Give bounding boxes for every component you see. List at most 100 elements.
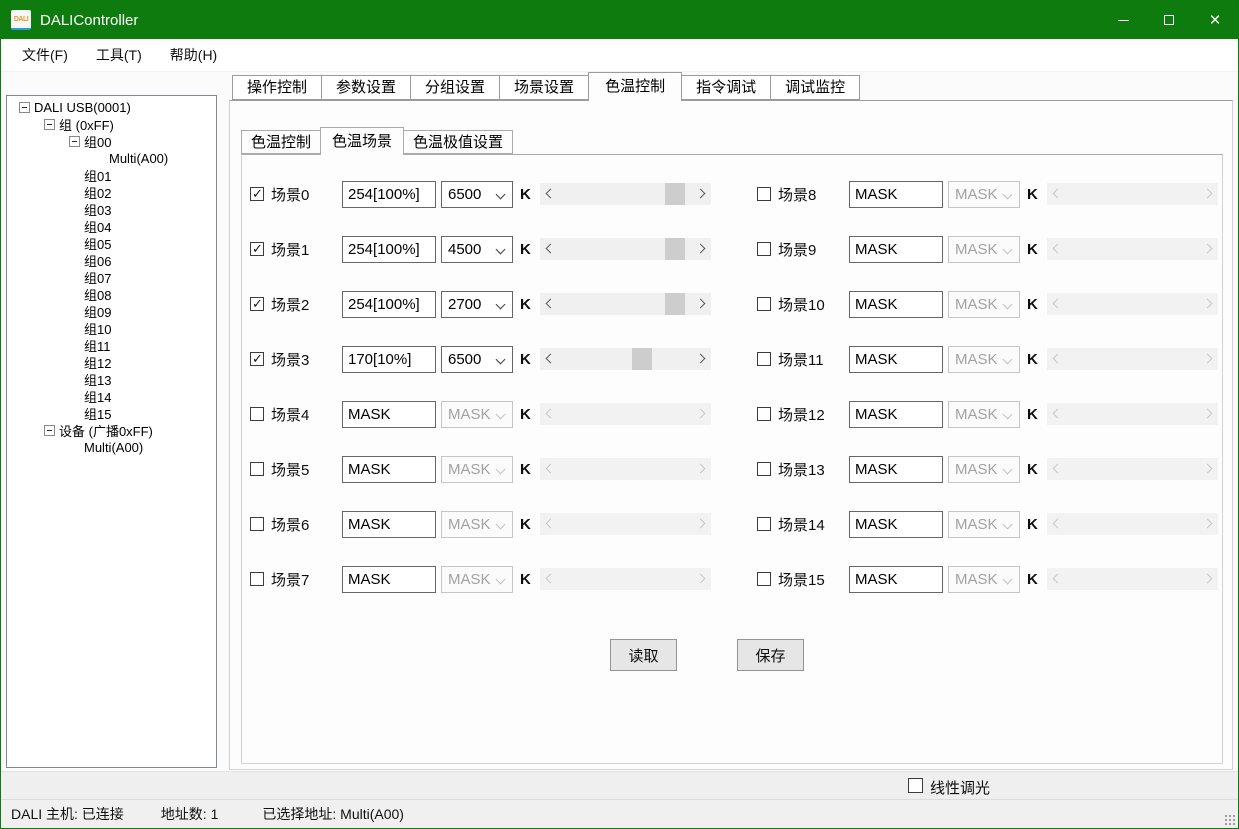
scene-temperature-dropdown[interactable]: 6500 (441, 181, 513, 208)
scroll-left-icon[interactable] (545, 189, 555, 199)
menu-item[interactable]: 文件(F) (8, 38, 82, 72)
scene-level-input[interactable] (342, 346, 436, 373)
tree-item[interactable]: 组 (0xFF) (7, 116, 216, 133)
scene-level-input[interactable] (849, 456, 943, 483)
scene-level-input[interactable] (849, 566, 943, 593)
temperature-scrollbar[interactable] (540, 183, 711, 205)
menu-item[interactable]: 帮助(H) (156, 38, 231, 72)
scene-row: 场景6MASKK (250, 510, 711, 538)
scroll-right-icon[interactable] (695, 354, 705, 364)
tab-4[interactable]: 场景设置 (499, 75, 589, 100)
scene-checkbox[interactable] (250, 407, 264, 421)
scene-temperature-dropdown[interactable]: 2700 (441, 291, 513, 318)
tree-item[interactable]: 组06 (7, 252, 216, 269)
tree-item[interactable]: 组15 (7, 405, 216, 422)
temperature-scrollbar[interactable] (540, 293, 711, 315)
scene-level-input[interactable] (849, 181, 943, 208)
scroll-left-icon[interactable] (545, 244, 555, 254)
scene-row: 场景15MASKK (757, 565, 1218, 593)
collapse-icon[interactable] (19, 102, 30, 113)
scene-checkbox[interactable] (250, 352, 264, 366)
tab-1[interactable]: 操作控制 (232, 75, 322, 100)
close-button[interactable]: × (1192, 1, 1238, 39)
tree-item[interactable]: 组02 (7, 184, 216, 201)
scrollbar-thumb[interactable] (665, 293, 685, 315)
tree-item[interactable]: 组14 (7, 388, 216, 405)
scene-level-input[interactable] (342, 511, 436, 538)
collapse-icon[interactable] (69, 136, 80, 147)
scroll-right-icon[interactable] (695, 299, 705, 309)
collapse-icon[interactable] (44, 119, 55, 130)
maximize-button[interactable] (1146, 1, 1192, 39)
scene-level-input[interactable] (342, 291, 436, 318)
scene-level-input[interactable] (849, 511, 943, 538)
save-button[interactable]: 保存 (737, 639, 804, 671)
temperature-scrollbar[interactable] (540, 348, 711, 370)
scrollbar-thumb[interactable] (632, 348, 652, 370)
scene-checkbox[interactable] (757, 572, 771, 586)
scene-level-input[interactable] (849, 236, 943, 263)
read-button[interactable]: 读取 (610, 639, 677, 671)
tree-item[interactable]: 组08 (7, 286, 216, 303)
temperature-scrollbar[interactable] (540, 238, 711, 260)
scene-level-input[interactable] (342, 401, 436, 428)
scrollbar-thumb[interactable] (665, 183, 685, 205)
scene-checkbox[interactable] (757, 297, 771, 311)
scene-checkbox[interactable] (250, 187, 264, 201)
scene-checkbox[interactable] (250, 462, 264, 476)
tree-item[interactable]: 设备 (广播0xFF) (7, 422, 216, 439)
scene-level-input[interactable] (849, 401, 943, 428)
scene-checkbox[interactable] (757, 242, 771, 256)
tree-item[interactable]: 组03 (7, 201, 216, 218)
scene-checkbox[interactable] (757, 407, 771, 421)
scene-level-input[interactable] (342, 181, 436, 208)
scene-temperature-dropdown[interactable]: 4500 (441, 236, 513, 263)
tab-7[interactable]: 调试监控 (770, 75, 860, 100)
tree-item[interactable]: 组12 (7, 354, 216, 371)
minimize-button[interactable] (1100, 1, 1146, 39)
scene-checkbox[interactable] (757, 187, 771, 201)
tree-item[interactable]: Multi(A00) (7, 439, 216, 456)
scene-level-input[interactable] (342, 236, 436, 263)
scene-temperature-dropdown[interactable]: 6500 (441, 346, 513, 373)
tab-5[interactable]: 色温控制 (588, 72, 682, 101)
scene-level-input[interactable] (849, 291, 943, 318)
scene-level-input[interactable] (849, 346, 943, 373)
scene-checkbox[interactable] (250, 242, 264, 256)
scene-level-input[interactable] (342, 456, 436, 483)
tree-item[interactable]: 组05 (7, 235, 216, 252)
scene-checkbox[interactable] (757, 462, 771, 476)
scrollbar-thumb[interactable] (665, 238, 685, 260)
tree-item[interactable]: 组04 (7, 218, 216, 235)
tab-2[interactable]: 参数设置 (321, 75, 411, 100)
scene-checkbox[interactable] (250, 517, 264, 531)
subtab-2[interactable]: 色温场景 (320, 127, 404, 155)
tree-item[interactable]: 组09 (7, 303, 216, 320)
subtab-1[interactable]: 色温控制 (241, 130, 321, 154)
scroll-right-icon[interactable] (695, 189, 705, 199)
subtab-3[interactable]: 色温极值设置 (403, 130, 513, 154)
scroll-left-icon[interactable] (545, 299, 555, 309)
tree-item[interactable]: Multi(A00) (7, 150, 216, 167)
kelvin-unit-label: K (520, 241, 531, 258)
scroll-left-icon[interactable] (545, 354, 555, 364)
menu-item[interactable]: 工具(T) (82, 38, 156, 72)
scene-checkbox[interactable] (250, 297, 264, 311)
collapse-icon[interactable] (44, 425, 55, 436)
tree-item[interactable]: DALI USB(0001) (7, 99, 216, 116)
tree-item[interactable]: 组13 (7, 371, 216, 388)
scene-checkbox[interactable] (757, 352, 771, 366)
tree-item[interactable]: 组10 (7, 320, 216, 337)
tree-item[interactable]: 组01 (7, 167, 216, 184)
scene-level-input[interactable] (342, 566, 436, 593)
tab-3[interactable]: 分组设置 (410, 75, 500, 100)
scene-checkbox[interactable] (757, 517, 771, 531)
tree-item[interactable]: 组07 (7, 269, 216, 286)
tab-6[interactable]: 指令调试 (681, 75, 771, 100)
tree-item[interactable]: 组11 (7, 337, 216, 354)
linear-dimming-checkbox[interactable] (908, 778, 923, 793)
tree-item[interactable]: 组00 (7, 133, 216, 150)
resize-grip-icon[interactable] (1224, 814, 1235, 825)
scene-checkbox[interactable] (250, 572, 264, 586)
scroll-right-icon[interactable] (695, 244, 705, 254)
